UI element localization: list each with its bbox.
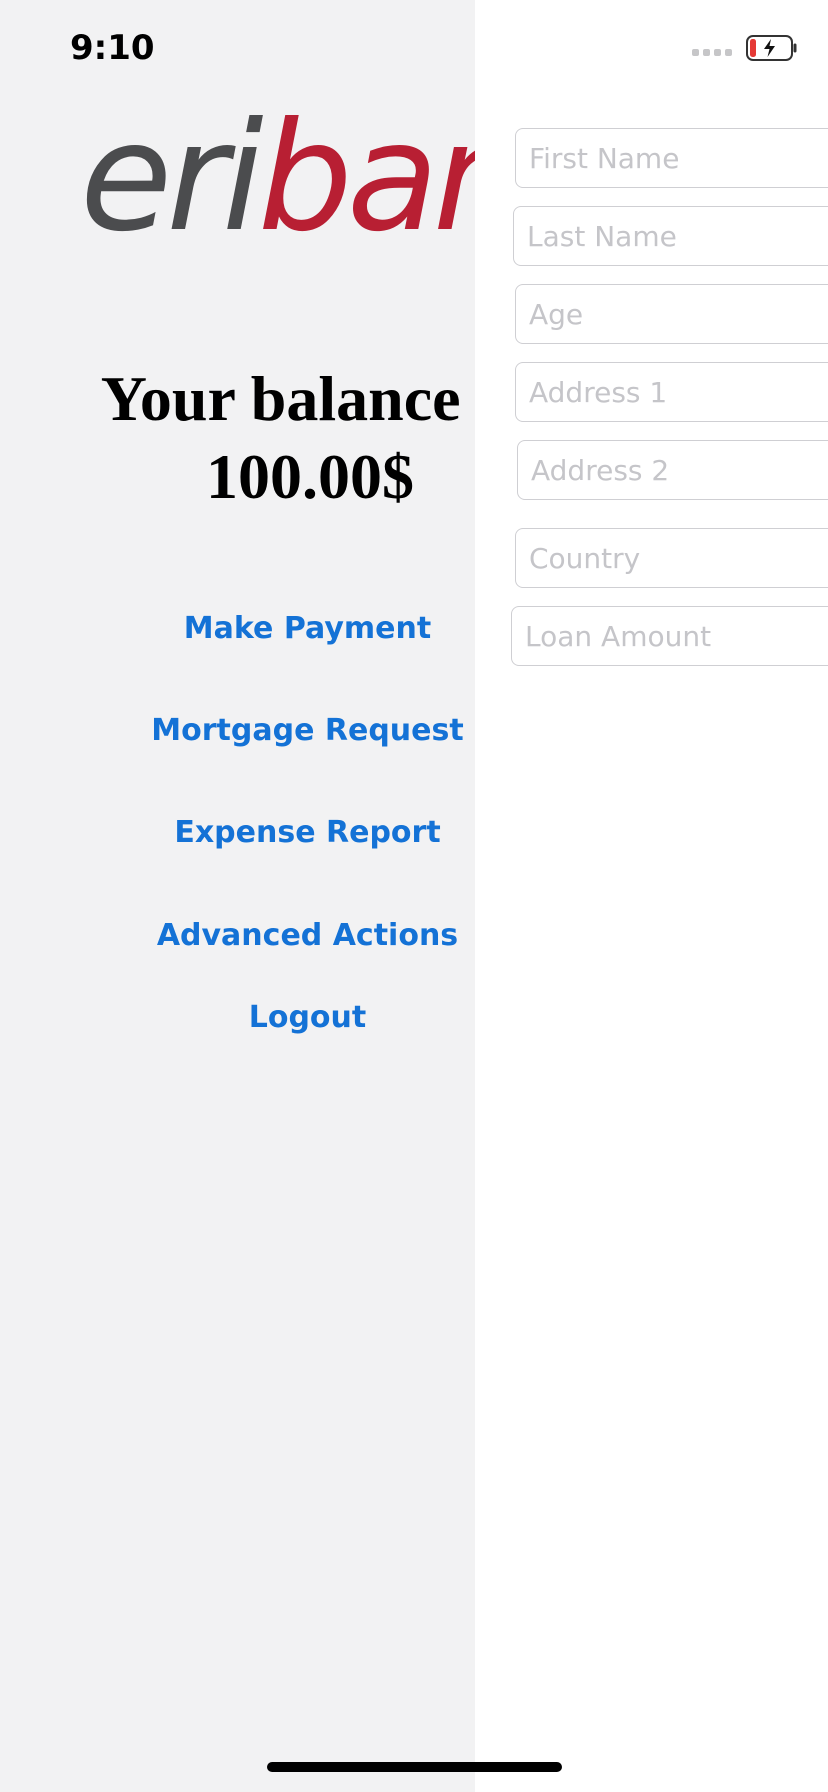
signal-dots-icon (692, 48, 732, 56)
balance-display: Your balance is 100.00$ (0, 360, 475, 516)
battery-charging-low-icon (746, 35, 797, 61)
country-input[interactable] (515, 528, 828, 588)
advanced-actions-link[interactable]: Advanced Actions (0, 918, 475, 953)
first-name-input[interactable] (515, 128, 828, 188)
address2-input[interactable] (517, 440, 828, 500)
home-screen: 9:10 eribank Your balance is 100.00$ Mak… (0, 0, 475, 1792)
balance-amount: 100.00$ (206, 441, 414, 512)
status-indicators (692, 35, 798, 61)
loan-amount-input[interactable] (511, 606, 828, 666)
status-time: 9:10 (70, 28, 155, 68)
app-screen: 9:10 eribank Your balance is 100.00$ Mak… (0, 0, 828, 1792)
home-indicator[interactable] (267, 1762, 562, 1772)
age-input[interactable] (515, 284, 828, 344)
logo-text-grey: eri (80, 91, 264, 265)
logout-link[interactable]: Logout (0, 1000, 475, 1035)
mortgage-form-screen (475, 0, 828, 1792)
logo-text-red: bank (257, 91, 475, 265)
balance-label: Your balance is (100, 363, 475, 434)
brand-logo: eribank (80, 88, 475, 268)
make-payment-link[interactable]: Make Payment (0, 611, 475, 646)
last-name-input[interactable] (513, 206, 828, 266)
mortgage-request-link[interactable]: Mortgage Request (0, 713, 475, 748)
expense-report-link[interactable]: Expense Report (0, 815, 475, 850)
address1-input[interactable] (515, 362, 828, 422)
